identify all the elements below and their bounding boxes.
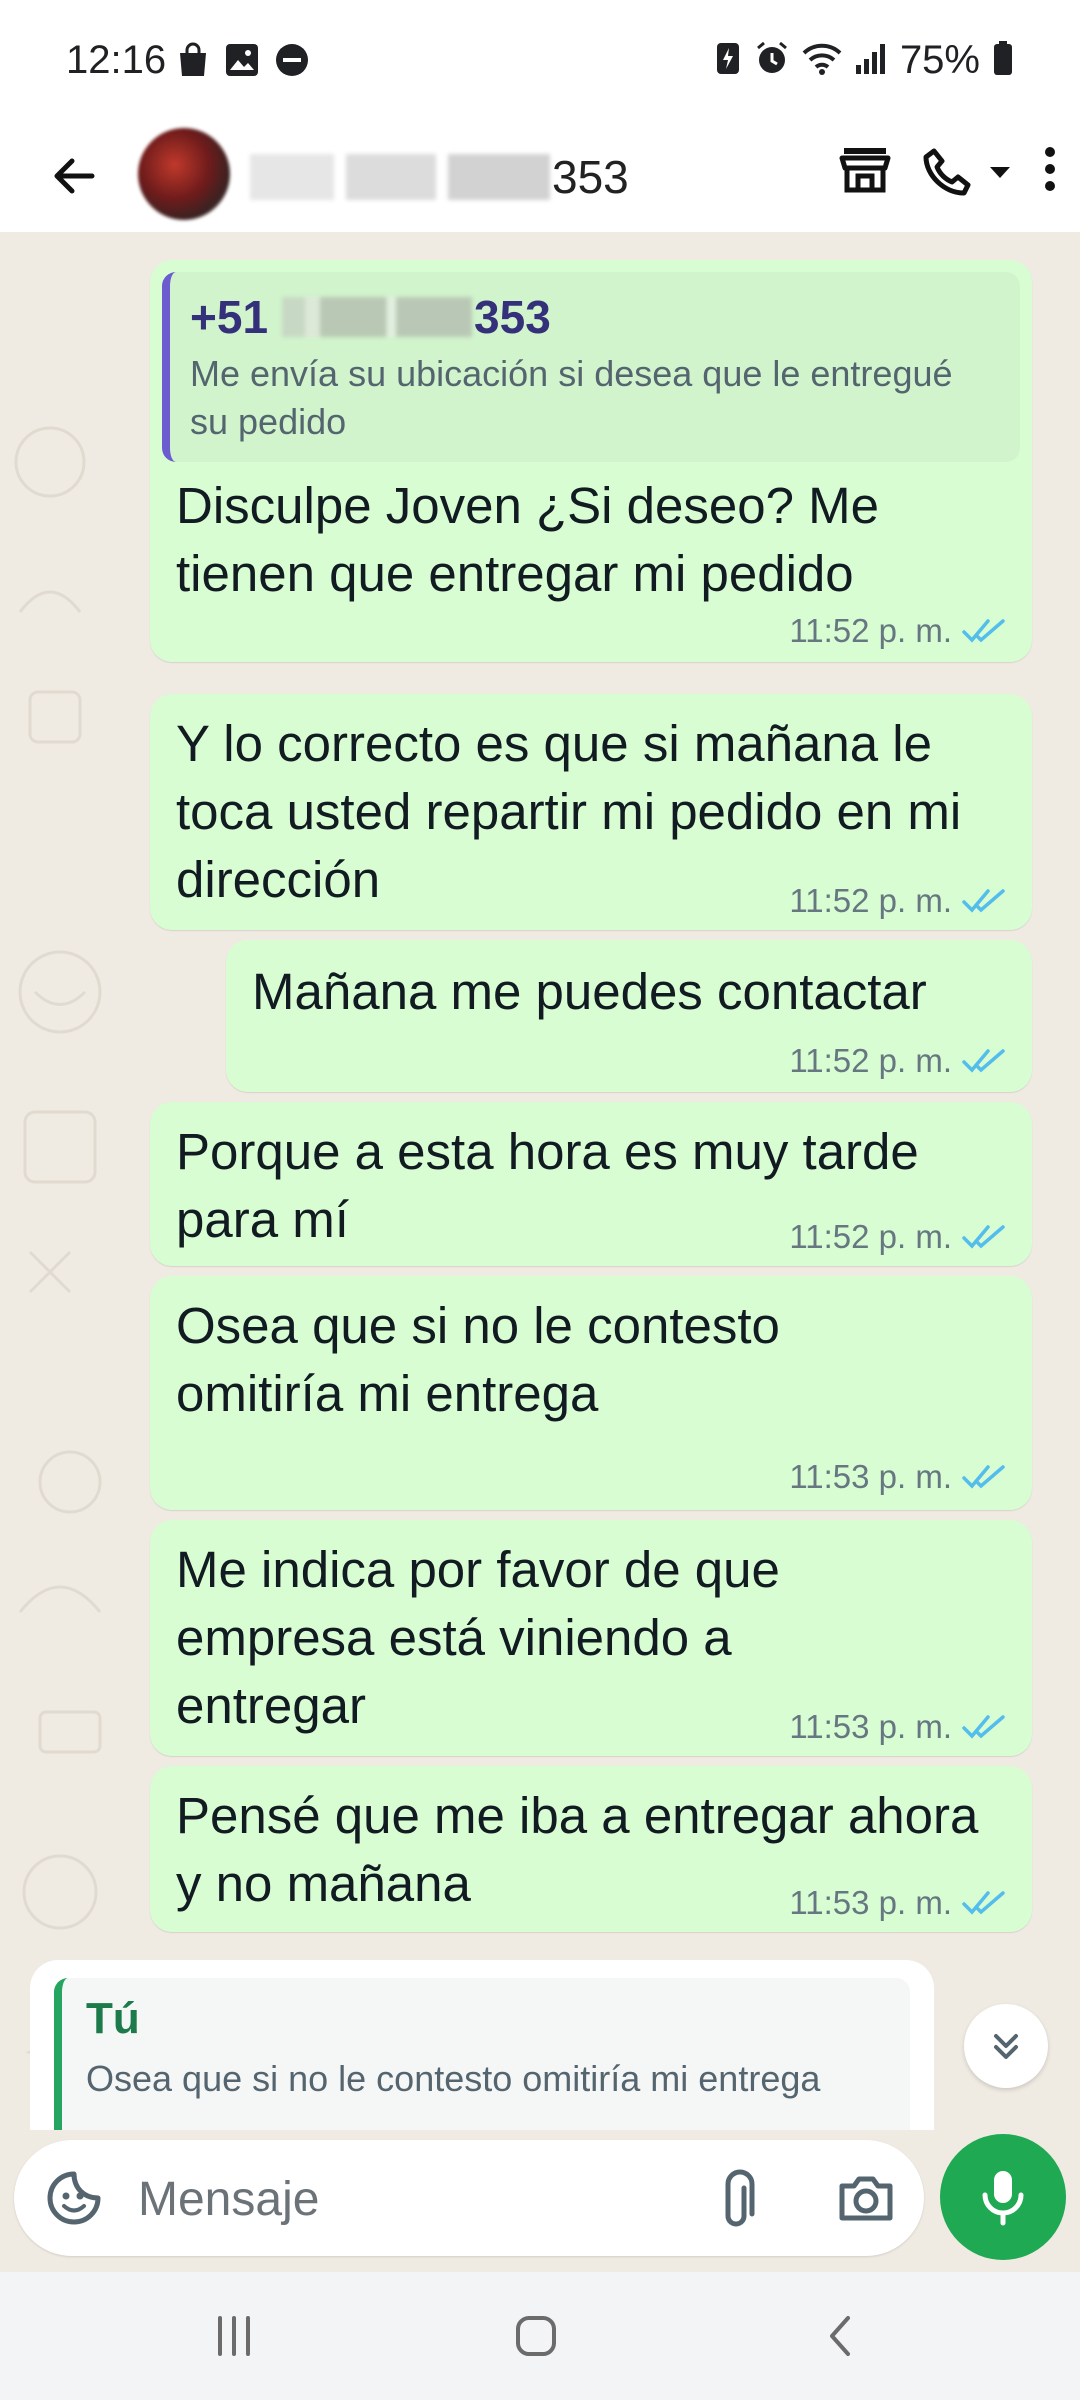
- double-check-icon: [962, 1465, 1005, 1489]
- message-bubble[interactable]: Mañana me puedes contactar 11:52 p. m.: [226, 940, 1032, 1092]
- double-check-icon: [962, 1715, 1005, 1739]
- message-time: 11:52 p. m.: [789, 612, 952, 649]
- message-composer[interactable]: Mensaje: [14, 2140, 924, 2256]
- alarm-icon: [754, 40, 790, 81]
- store-button[interactable]: [838, 142, 892, 201]
- store-icon: [839, 148, 891, 193]
- quoted-message[interactable]: +51 353 Me envía su ubicación si desea q…: [162, 272, 1020, 462]
- contact-number-suffix: 353: [552, 151, 629, 203]
- microphone-icon: [982, 2171, 1024, 2226]
- message-text: Me indica por favor de que empresa está …: [176, 1541, 780, 1734]
- wifi-icon: [802, 41, 842, 80]
- scroll-to-bottom-button[interactable]: [964, 2004, 1048, 2088]
- camera-button[interactable]: [834, 2166, 898, 2230]
- dropdown-icon: [990, 166, 1010, 178]
- reply-author: Tú: [86, 1994, 140, 2043]
- voice-message-button[interactable]: [940, 2134, 1066, 2260]
- back-arrow-icon: [54, 158, 95, 194]
- message-input[interactable]: Mensaje: [138, 2172, 319, 2227]
- more-vert-icon: [1045, 147, 1055, 191]
- reply-text: Osea que si no le contesto omitiría mi e…: [86, 2058, 821, 2099]
- message-time: 11:52 p. m.: [789, 1218, 952, 1255]
- more-options-button[interactable]: [1040, 142, 1060, 201]
- quote-text: Me envía su ubicación si desea que le en…: [190, 353, 953, 442]
- contact-name[interactable]: 353: [250, 142, 629, 212]
- signal-icon: [854, 41, 888, 80]
- message-time: 11:53 p. m.: [789, 1708, 952, 1745]
- quote-author-suffix: 353: [474, 291, 551, 343]
- camera-icon: [839, 2176, 893, 2221]
- message-time: 11:52 p. m.: [789, 882, 952, 919]
- message-bubble[interactable]: Me indica por favor de que empresa está …: [150, 1520, 1032, 1756]
- message-bubble[interactable]: Porque a esta hora es muy tarde para mí …: [150, 1102, 1032, 1266]
- avatar[interactable]: [138, 128, 230, 220]
- message-time: 11:52 p. m.: [789, 1042, 952, 1079]
- double-check-icon: [962, 619, 1005, 643]
- double-check-icon: [962, 1891, 1005, 1915]
- message-text: Mañana me puedes contactar: [252, 963, 927, 1020]
- quote-author-prefix: +51: [190, 291, 269, 343]
- message-text: Y lo correcto es que si mañana le toca u…: [176, 715, 962, 908]
- system-nav-bar: [0, 2272, 1080, 2400]
- redacted-number: [282, 297, 473, 337]
- message-bubble[interactable]: Osea que si no le contesto omitiría mi e…: [150, 1276, 1032, 1510]
- phone-icon: [923, 148, 971, 195]
- back-nav-button[interactable]: [810, 2306, 870, 2366]
- sticker-button[interactable]: [44, 2168, 104, 2228]
- redacted-number: [250, 154, 550, 200]
- message-text: Osea que si no le contesto omitiría mi e…: [176, 1297, 780, 1422]
- paperclip-icon: [725, 2169, 755, 2227]
- message-bubble[interactable]: Pensé que me iba a entregar ahora y no m…: [150, 1766, 1032, 1932]
- message-bubble[interactable]: Y lo correcto es que si mañana le toca u…: [150, 694, 1032, 930]
- chevron-left-icon: [830, 2316, 850, 2356]
- message-time: 11:53 p. m.: [789, 1884, 952, 1921]
- message-time: 11:53 p. m.: [789, 1458, 952, 1495]
- call-button[interactable]: [920, 145, 1012, 199]
- double-check-icon: [962, 1225, 1005, 1249]
- status-bar: 12:16 75%: [0, 0, 1080, 120]
- double-check-icon: [962, 1049, 1005, 1073]
- message-text: Disculpe Joven ¿Si deseo? Me tienen que …: [176, 477, 880, 602]
- double-chevron-down-icon: [994, 2034, 1018, 2059]
- chat-area[interactable]: +51 353 Me envía su ubicación si desea q…: [0, 232, 1080, 2260]
- chat-header: 353: [0, 120, 1080, 232]
- recent-apps-icon: [218, 2316, 250, 2356]
- home-icon: [516, 2316, 556, 2356]
- sticker-icon: [47, 2171, 101, 2225]
- battery-saver-icon: [714, 40, 742, 81]
- status-time: 12:16: [66, 38, 167, 82]
- battery-icon: [992, 40, 1014, 81]
- shopping-bag-icon: [176, 42, 210, 83]
- double-check-icon: [962, 889, 1005, 913]
- attach-button[interactable]: [710, 2166, 774, 2230]
- gallery-icon: [224, 42, 260, 83]
- battery-percent: 75%: [899, 38, 980, 82]
- home-button[interactable]: [506, 2306, 566, 2366]
- reply-preview[interactable]: Tú Osea que si no le contesto omitiría m…: [30, 1960, 934, 2130]
- message-bubble[interactable]: +51 353 Me envía su ubicación si desea q…: [150, 260, 1032, 662]
- do-not-disturb-icon: [274, 42, 310, 83]
- back-button[interactable]: [34, 136, 114, 216]
- recent-apps-button[interactable]: [204, 2306, 264, 2366]
